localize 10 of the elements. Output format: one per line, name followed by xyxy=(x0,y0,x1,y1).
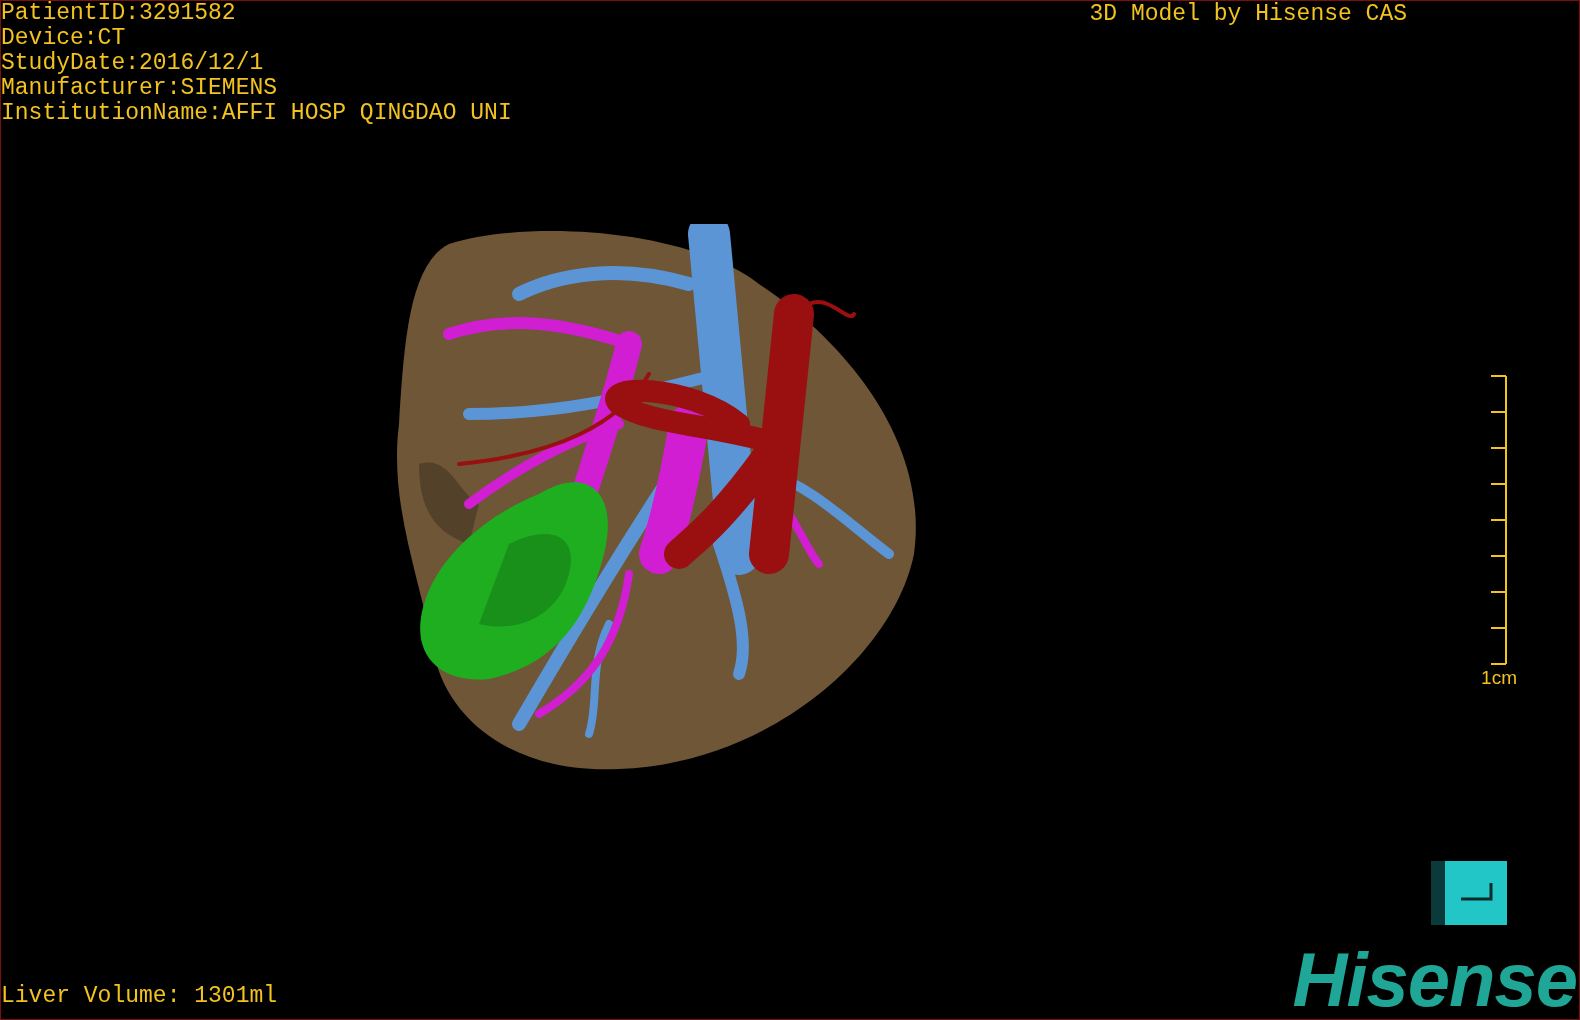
study-info-text: Manufacturer:SIEMENS xyxy=(1,76,279,101)
study-info-text: StudyDate:2016/12/1 xyxy=(1,51,265,76)
scale-label: 1cm xyxy=(1481,667,1517,689)
study-info-text: Device:CT xyxy=(1,26,127,51)
study-info-text: PatientID:3291582 xyxy=(1,1,237,26)
viewer-title: 3D Model by Hisense CAS xyxy=(1089,2,1407,27)
study-info-text: InstitutionName:AFFI HOSP QINGDAO UNI xyxy=(1,101,512,126)
brand-logo: Hisense xyxy=(1292,947,1577,1013)
corner-bracket-icon[interactable] xyxy=(1431,861,1507,925)
liver-volume-text: Liver Volume: 1301ml xyxy=(1,984,278,1009)
